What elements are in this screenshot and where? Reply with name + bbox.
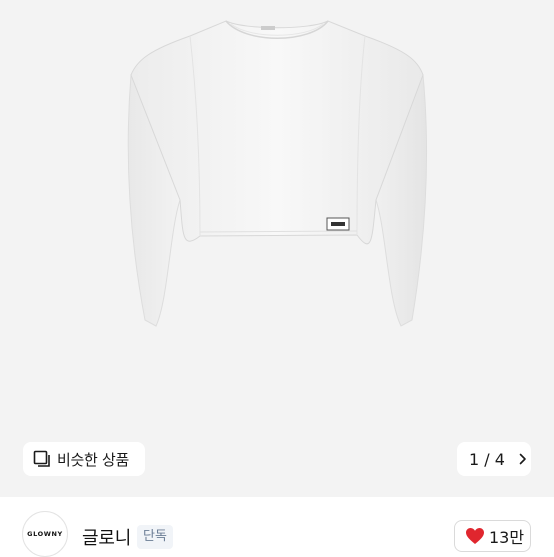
- brand-logo-text: GLOWNY: [27, 530, 63, 538]
- product-image: [0, 0, 554, 497]
- chevron-right-icon: [519, 453, 527, 465]
- similar-products-icon: [33, 450, 51, 468]
- similar-products-button[interactable]: 비슷한 상품: [23, 442, 145, 476]
- image-pager-label: 1 / 4: [469, 449, 505, 469]
- similar-products-label: 비슷한 상품: [57, 450, 129, 469]
- like-button[interactable]: 13만: [454, 520, 531, 552]
- image-pager-button[interactable]: 1 / 4: [457, 442, 531, 476]
- product-image-carousel[interactable]: 비슷한 상품 1 / 4: [0, 0, 554, 497]
- brand-name-link[interactable]: 글로니: [82, 524, 131, 550]
- exclusive-badge: 단독: [137, 525, 173, 549]
- like-count: 13만: [489, 528, 525, 547]
- brand-logo[interactable]: GLOWNY: [22, 511, 68, 557]
- heart-icon: [465, 527, 485, 545]
